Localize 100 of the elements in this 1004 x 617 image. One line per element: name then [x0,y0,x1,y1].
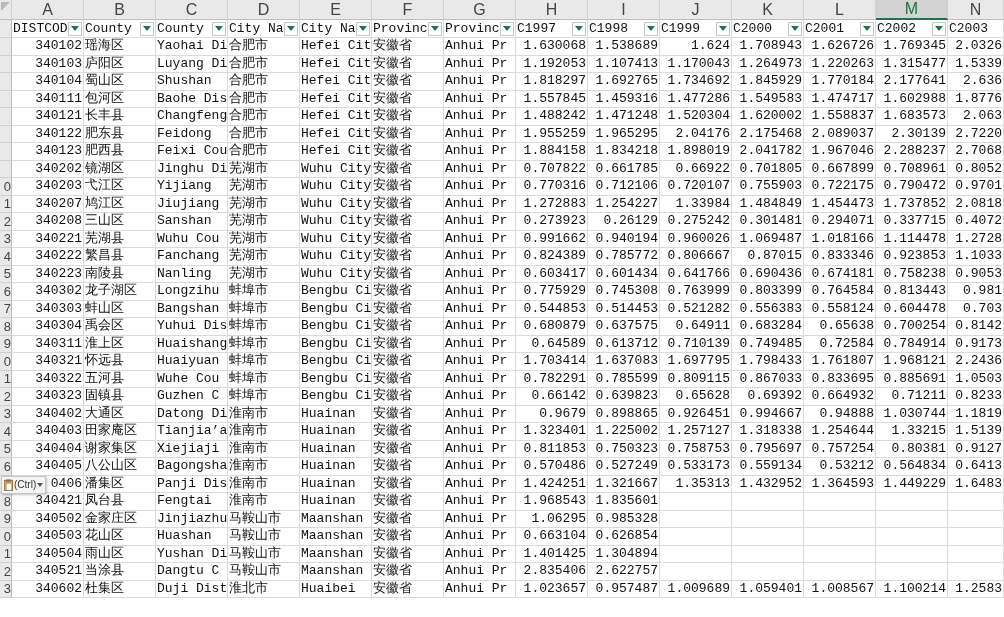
row-header[interactable]: 2 [0,213,12,231]
table-cell: 0.981 [948,283,1004,301]
row-header[interactable]: 6 [0,283,12,301]
column-title: C1999 [661,20,700,37]
column-header[interactable]: F [372,0,444,20]
table-cell: 0.64589 [516,335,588,353]
filter-button[interactable] [500,21,514,36]
filter-button[interactable] [860,21,874,36]
row-header[interactable]: 2 [0,388,12,406]
table-cell: 1.030744 [876,405,948,423]
row-header[interactable]: 0 [0,353,12,371]
column-header[interactable]: B [84,0,156,20]
column-header[interactable]: M [876,0,948,20]
table-cell: Changfeng [156,108,228,126]
row-header[interactable]: 0 [0,178,12,196]
table-cell: 1.192053 [516,55,588,73]
table-cell: 庐阳区 [84,55,156,73]
table-cell: 340122 [12,125,84,143]
row-header[interactable]: 6 [0,458,12,476]
table-cell: 禹会区 [84,318,156,336]
column-header[interactable]: A [12,0,84,20]
table-cell: Anhui Pr [444,405,516,423]
table-cell: 1.008567 [804,580,876,598]
table-cell: Duji Dist [156,580,228,598]
table-cell: Datong Di [156,405,228,423]
table-cell: 芜湖市 [228,195,300,213]
column-header[interactable]: L [804,0,876,20]
filter-button[interactable] [716,21,730,36]
table-cell: Wuhu City [300,178,372,196]
table-cell: Tianjia’a [156,423,228,441]
table-cell: 0.957487 [588,580,660,598]
table-cell: 安徽省 [372,493,444,511]
table-cell [948,493,1004,511]
column-header[interactable]: C [156,0,228,20]
row-header[interactable]: 4 [0,248,12,266]
table-cell: Anhui Pr [444,143,516,161]
filter-button[interactable] [788,21,802,36]
filter-button[interactable] [68,21,82,36]
table-cell: 1.471248 [588,108,660,126]
column-header[interactable]: D [228,0,300,20]
table-cell: 安徽省 [372,143,444,161]
table-cell: 0.960026 [660,230,732,248]
column-header[interactable]: N [948,0,1004,20]
filter-button[interactable] [284,21,298,36]
table-cell: 马鞍山市 [228,563,300,581]
table-cell: 0.9173 [948,335,1004,353]
table-cell [948,563,1004,581]
column-header[interactable]: I [588,0,660,20]
table-cell: 合肥市 [228,73,300,91]
row-header[interactable]: 0 [0,528,12,546]
row-header[interactable]: 2 [0,563,12,581]
table-cell: 0.80381 [876,440,948,458]
table-cell: Hefei Cit [300,143,372,161]
filter-button[interactable] [356,21,370,36]
table-cell: 1.474717 [804,90,876,108]
table-cell: 1.059401 [732,580,804,598]
table-cell: Anhui Pr [444,580,516,598]
table-cell: 0.803399 [732,283,804,301]
table-cell: 0.663104 [516,528,588,546]
table-cell: 0.703 [948,300,1004,318]
filter-button[interactable] [572,21,586,36]
table-cell: 340521 [12,563,84,581]
filter-button[interactable] [428,21,442,36]
table-cell: 0.26129 [588,213,660,231]
column-header[interactable]: G [444,0,516,20]
row-header[interactable]: 4 [0,423,12,441]
column-header[interactable]: K [732,0,804,20]
filter-button[interactable] [932,21,946,36]
column-header[interactable]: H [516,0,588,20]
table-cell: 0.564834 [876,458,948,476]
column-header[interactable]: J [660,0,732,20]
row-header[interactable]: 8 [0,493,12,511]
table-cell: 1.798433 [732,353,804,371]
table-cell: Anhui Pr [444,195,516,213]
table-cell: 1.637083 [588,353,660,371]
table-cell: 340102 [12,38,84,56]
table-cell: 1.114478 [876,230,948,248]
table-cell: 1.254644 [804,423,876,441]
table-cell: 淮南市 [228,405,300,423]
table-cell: 0.940194 [588,230,660,248]
table-cell: 0.533173 [660,458,732,476]
table-cell: 0.809115 [660,370,732,388]
table-cell: 淮南市 [228,423,300,441]
column-header[interactable]: E [300,0,372,20]
caret-icon [935,26,943,31]
table-cell: 0.707822 [516,160,588,178]
table-cell: Huaiyuan [156,353,228,371]
filter-button[interactable] [644,21,658,36]
table-cell: 1.0503 [948,370,1004,388]
table-cell: 0.708961 [876,160,948,178]
filter-button[interactable] [140,21,154,36]
table-cell: 0.991662 [516,230,588,248]
table-cell: 0.785599 [588,370,660,388]
table-cell: 0.700254 [876,318,948,336]
filter-button[interactable] [212,21,226,36]
table-cell: 蚌埠市 [228,300,300,318]
table-cell: 340223 [12,265,84,283]
table-cell: Huainan [300,440,372,458]
row-header[interactable]: 8 [0,318,12,336]
caret-icon [37,482,44,487]
